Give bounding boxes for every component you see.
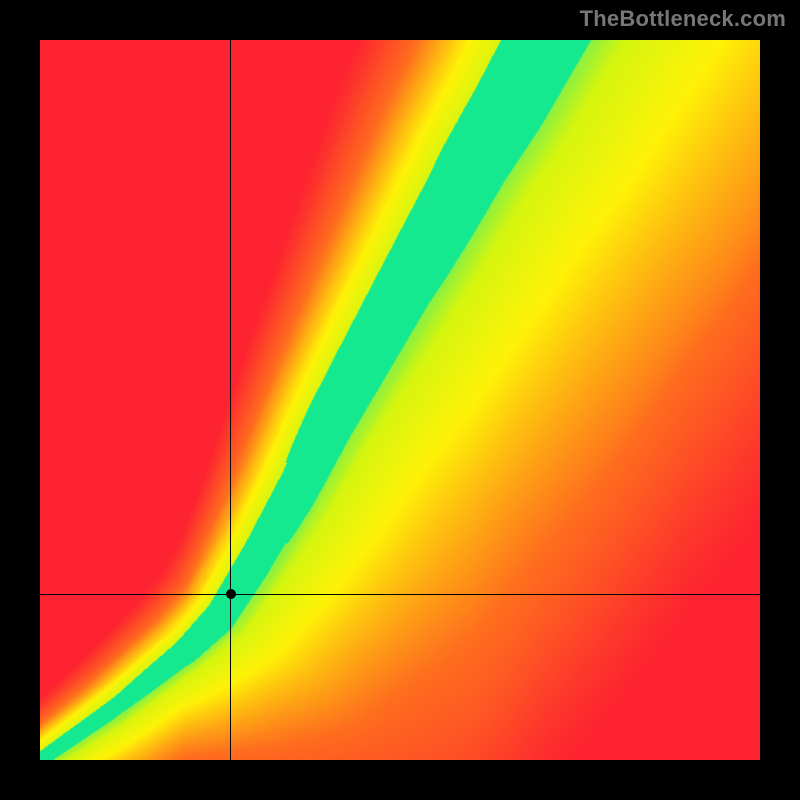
crosshair-vertical <box>230 40 231 760</box>
heatmap-canvas <box>40 40 760 760</box>
heatmap-plot <box>40 40 760 760</box>
chart-stage: TheBottleneck.com <box>0 0 800 800</box>
crosshair-horizontal <box>40 594 760 595</box>
watermark-text: TheBottleneck.com <box>580 6 786 32</box>
